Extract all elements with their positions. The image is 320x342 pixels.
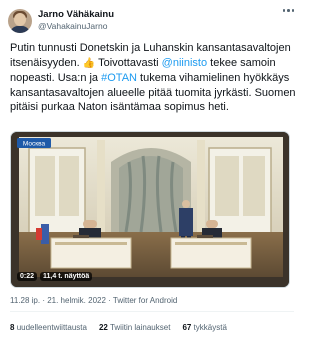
author-handle[interactable]: @VahakainuJarno — [38, 21, 107, 31]
tweet: Jarno Vähäkainu @VahakainuJarno Putin tu… — [0, 0, 304, 342]
video-frame: Москва — [11, 132, 289, 287]
mention-link[interactable]: @niinisto — [162, 57, 207, 69]
avatar[interactable] — [8, 9, 32, 33]
likes-stat[interactable]: 67 tykkäystä — [182, 323, 226, 332]
quotes-count: 22 — [98, 323, 108, 332]
tweet-stats: 8 uudelleentwiittausta 22 Twiitin lainau… — [10, 323, 227, 332]
tweet-timestamp[interactable]: 11.28 ip. · 21. helmik. 2022 · Twitter f… — [10, 296, 177, 305]
retweets-label: uudelleentwiittausta — [16, 323, 87, 332]
video-duration: 0:22 — [17, 272, 38, 281]
tweet-text-part: Toivottavasti — [95, 56, 162, 69]
author-display-name[interactable]: Jarno Vähäkainu — [38, 9, 114, 20]
divider — [10, 311, 294, 312]
video-badges: 0:22 11,4 t. näyttöä — [17, 272, 93, 281]
retweets-stat[interactable]: 8 uudelleentwiittausta — [10, 323, 87, 332]
quotes-stat[interactable]: 22 Twiitin lainaukset — [99, 323, 170, 332]
likes-label: tykkäystä — [193, 323, 227, 332]
hashtag-link[interactable]: #OTAN — [101, 72, 137, 84]
more-options-icon[interactable] — [282, 9, 294, 12]
channel-logo: Москва — [23, 141, 46, 148]
tweet-text: Putin tunnusti Donetskin ja Luhanskin ka… — [10, 41, 298, 115]
thumbs-up-emoji: 👍 — [82, 57, 96, 69]
retweets-count: 8 — [10, 323, 15, 332]
quotes-label: Twiitin lainaukset — [109, 323, 171, 332]
video-player[interactable]: Москва 0:22 11,4 t. näyttöä — [10, 131, 290, 288]
video-views: 11,4 t. näyttöä — [40, 272, 93, 281]
likes-count: 67 — [182, 323, 192, 332]
